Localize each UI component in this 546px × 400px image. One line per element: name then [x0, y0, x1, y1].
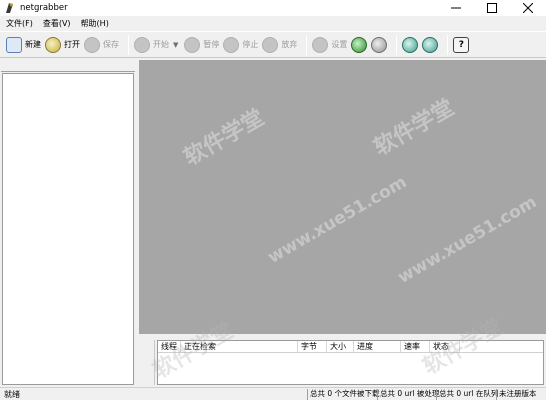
- column-header-status[interactable]: 状态: [430, 341, 460, 352]
- menu-file[interactable]: 文件(F): [6, 18, 33, 29]
- help-icon: ?: [453, 36, 470, 53]
- status-unregistered: 未注册版本: [496, 389, 546, 400]
- title-bar: netgrabber: [0, 0, 546, 16]
- main-view[interactable]: 软件学堂 www.xue51.com 软件学堂 www.xue51.com: [139, 60, 546, 334]
- close-button[interactable]: [510, 0, 546, 16]
- start-icon: [134, 36, 150, 53]
- minimize-button[interactable]: [438, 0, 474, 16]
- pause-button[interactable]: 暂停: [184, 34, 219, 56]
- thread-table[interactable]: 线程 正在检索 字节 大小 进度 速率 状态 软件学堂 软件学堂: [149, 314, 544, 385]
- status-urls-queued: 总共 0 url 在队列: [436, 389, 498, 400]
- column-header-bytes[interactable]: 字节: [298, 341, 327, 352]
- toolbar-separator: [447, 34, 449, 55]
- start-dropdown-arrow-icon[interactable]: ▼: [173, 41, 178, 49]
- save-icon: [84, 36, 100, 53]
- toolbar: 新建 打开 保存 开始 ▼ 暂停 停止 放弃 设置 ?: [0, 31, 546, 58]
- watermark-text: 软件学堂: [179, 105, 269, 171]
- column-header-progress[interactable]: 进度: [354, 341, 401, 352]
- site-tree-panel[interactable]: [2, 73, 134, 385]
- open-icon: [45, 36, 61, 53]
- status-urls-processed: 总共 0 url 被处理: [377, 389, 439, 400]
- status-files-downloaded: 总共 0 个文件被下载: [307, 389, 380, 400]
- thread-panel-gutter: [139, 340, 155, 385]
- globe-button[interactable]: [402, 34, 419, 56]
- refresh-button[interactable]: [371, 34, 388, 56]
- new-button[interactable]: 新建: [6, 34, 41, 56]
- horizontal-splitter[interactable]: [139, 334, 546, 338]
- start-button[interactable]: 开始: [134, 34, 169, 56]
- thread-table-header: 线程 正在检索 字节 大小 进度 速率 状态: [158, 341, 543, 353]
- back-icon: [422, 36, 439, 53]
- open-button[interactable]: 打开: [45, 34, 80, 56]
- settings-icon: [312, 36, 329, 53]
- window-title: netgrabber: [20, 3, 68, 13]
- column-header-thread[interactable]: 线程: [158, 341, 181, 352]
- status-bar: 就绪 总共 0 个文件被下载 总共 0 url 被处理 总共 0 url 在队列…: [0, 387, 546, 400]
- watermark-url: www.xue51.com: [394, 192, 541, 288]
- stop-label: 停止: [242, 40, 259, 49]
- left-panel-header: [1, 60, 135, 72]
- pause-icon: [184, 36, 201, 53]
- column-header-retrieving[interactable]: 正在检索: [181, 341, 298, 352]
- discard-icon: [262, 36, 279, 53]
- pause-label: 暂停: [203, 40, 220, 49]
- discard-button[interactable]: 放弃: [262, 34, 297, 56]
- help-button[interactable]: ?: [453, 34, 470, 56]
- watermark-text: 软件学堂: [369, 95, 459, 161]
- discard-label: 放弃: [281, 40, 298, 49]
- menu-view[interactable]: 查看(V): [43, 18, 71, 29]
- toolbar-separator: [128, 34, 129, 55]
- settings-label: 设置: [331, 40, 348, 49]
- minimize-icon: [451, 7, 461, 9]
- app-icon: [6, 3, 13, 13]
- column-header-size[interactable]: 大小: [327, 341, 354, 352]
- column-header-rate[interactable]: 速率: [401, 341, 430, 352]
- toolbar-separator: [396, 34, 398, 55]
- close-icon: [523, 3, 533, 13]
- back-button[interactable]: [422, 34, 439, 56]
- open-label: 打开: [64, 40, 80, 49]
- toolbar-separator: [306, 34, 308, 55]
- maximize-icon: [487, 3, 497, 13]
- save-button[interactable]: 保存: [84, 34, 119, 56]
- start-label: 开始: [153, 40, 169, 49]
- new-label: 新建: [25, 40, 41, 49]
- stop-icon: [223, 36, 240, 53]
- settings-button[interactable]: 设置: [312, 34, 347, 56]
- refresh-icon: [371, 36, 388, 53]
- globe-icon: [402, 36, 419, 53]
- watermark-url: www.xue51.com: [264, 172, 411, 268]
- save-label: 保存: [103, 40, 119, 49]
- status-ready-text: 就绪: [4, 390, 20, 399]
- new-document-icon: [6, 36, 22, 53]
- maximize-button[interactable]: [474, 0, 510, 16]
- search-icon: [351, 36, 368, 53]
- menu-help[interactable]: 帮助(H): [81, 18, 109, 29]
- search-button[interactable]: [351, 34, 368, 56]
- stop-button[interactable]: 停止: [223, 34, 258, 56]
- menu-bar: 文件(F) 查看(V) 帮助(H): [0, 16, 546, 31]
